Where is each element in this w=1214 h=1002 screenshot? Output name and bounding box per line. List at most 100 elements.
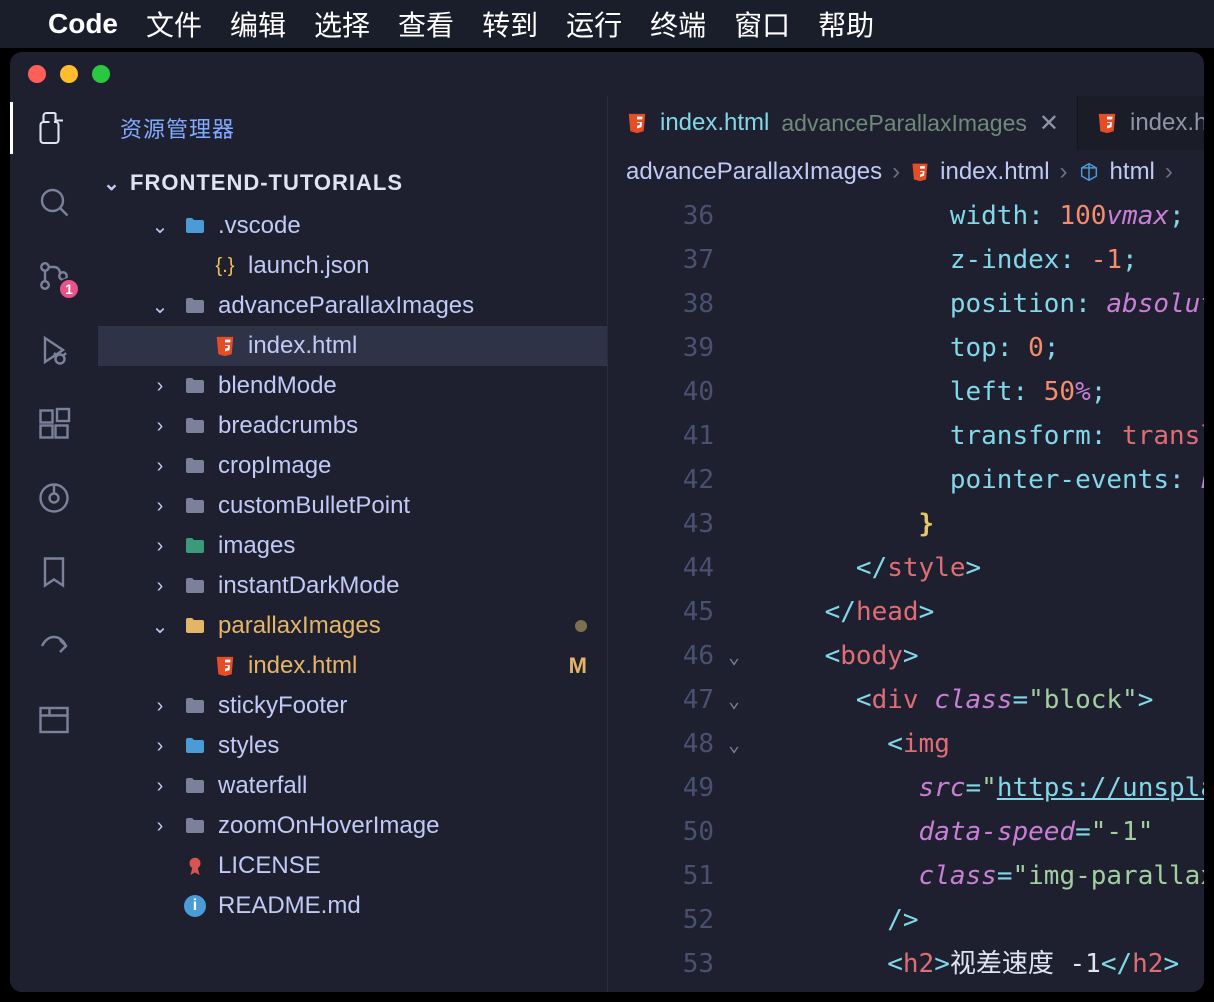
minimize-window-button[interactable]	[60, 65, 78, 83]
html-icon	[212, 335, 238, 357]
menu-go[interactable]: 转到	[482, 4, 538, 44]
tree-file[interactable]: index.htmlM	[98, 646, 607, 686]
html-icon	[910, 162, 930, 182]
tree-folder[interactable]: ⌄parallaxImages	[98, 606, 607, 646]
tree-folder[interactable]: ⌄ advanceParallaxImages	[98, 286, 607, 326]
chevron-icon: ›	[148, 415, 172, 438]
tab-index-advance[interactable]: index.html advanceParallaxImages ✕	[608, 96, 1078, 150]
folder-icon	[182, 774, 208, 798]
chevron-icon: ›	[148, 695, 172, 718]
tree-folder[interactable]: ›instantDarkMode	[98, 566, 607, 606]
chevron-down-icon: ⌄	[100, 171, 124, 196]
tree-file[interactable]: {.}launch.json	[98, 246, 607, 286]
chevron-icon: ›	[148, 815, 172, 838]
tree-item-label: index.html	[248, 652, 357, 680]
tree-item-label: styles	[218, 732, 279, 760]
activity-bar: 1	[10, 96, 98, 992]
crumb[interactable]: index.html	[940, 158, 1049, 186]
tree-item-label: instantDarkMode	[218, 572, 399, 600]
folder-icon	[182, 614, 208, 638]
section-label: FRONTEND-TUTORIALS	[130, 170, 403, 196]
project-icon[interactable]	[34, 700, 74, 740]
folder-icon	[182, 414, 208, 438]
symbol-icon	[1078, 161, 1100, 183]
tree-item-label: zoomOnHoverImage	[218, 812, 439, 840]
sidebar-section-header[interactable]: ⌄ FRONTEND-TUTORIALS	[98, 160, 607, 206]
chevron-icon: ›	[148, 735, 172, 758]
extensions-icon[interactable]	[34, 404, 74, 444]
tree-folder[interactable]: ›cropImage	[98, 446, 607, 486]
tree-item-label: stickyFooter	[218, 692, 347, 720]
html-icon	[212, 655, 238, 677]
tree-folder[interactable]: ›waterfall	[98, 766, 607, 806]
bookmark-icon[interactable]	[34, 552, 74, 592]
breadcrumb[interactable]: advanceParallaxImages › index.html › htm…	[608, 150, 1204, 194]
explorer-icon[interactable]	[34, 108, 74, 148]
tree-item-label: launch.json	[248, 252, 369, 280]
scm-badge: 1	[58, 278, 80, 300]
tree-folder[interactable]: › customBulletPoint	[98, 486, 607, 526]
folder-icon	[182, 814, 208, 838]
chevron-right-icon: ›	[1060, 158, 1068, 186]
code-area[interactable]: 363738394041424344454647484950515253 ⌄⌄⌄…	[608, 194, 1204, 992]
tree-item-label: README.md	[218, 892, 361, 920]
html-icon	[1096, 112, 1118, 134]
app-name[interactable]: Code	[48, 8, 118, 40]
fold-column[interactable]: ⌄⌄⌄	[728, 194, 762, 992]
menu-edit[interactable]: 编辑	[230, 4, 286, 44]
crumb[interactable]: html	[1110, 158, 1155, 186]
code-content[interactable]: width: 100vmax; z-index: -1; position: a…	[762, 194, 1204, 992]
tab-index-other[interactable]: index.h	[1078, 96, 1204, 150]
tree-folder[interactable]: › breadcrumbs	[98, 406, 607, 446]
tree-folder[interactable]: › styles	[98, 726, 607, 766]
folder-icon	[182, 454, 208, 478]
folder-icon	[182, 374, 208, 398]
license-icon	[182, 855, 208, 877]
chevron-icon: ⌄	[148, 214, 172, 239]
folder-icon	[182, 734, 208, 758]
chevron-icon: ›	[148, 495, 172, 518]
macos-menubar: Code 文件 编辑 选择 查看 转到 运行 终端 窗口 帮助	[0, 0, 1214, 48]
chevron-icon: ⌄	[148, 614, 172, 639]
menu-file[interactable]: 文件	[146, 4, 202, 44]
tree-folder[interactable]: › zoomOnHoverImage	[98, 806, 607, 846]
run-debug-icon[interactable]	[34, 330, 74, 370]
line-numbers: 363738394041424344454647484950515253	[608, 194, 728, 992]
tree-folder[interactable]: ›blendMode	[98, 366, 607, 406]
menu-run[interactable]: 运行	[566, 4, 622, 44]
maximize-window-button[interactable]	[92, 65, 110, 83]
tree-item-label: LICENSE	[218, 852, 321, 880]
close-icon[interactable]: ✕	[1039, 109, 1059, 138]
menu-select[interactable]: 选择	[314, 4, 370, 44]
tree-item-label: customBulletPoint	[218, 492, 410, 520]
tree-file[interactable]: iREADME.md	[98, 886, 607, 926]
menu-help[interactable]: 帮助	[818, 4, 874, 44]
sidebar: 资源管理器 ⌄ FRONTEND-TUTORIALS ⌄.vscode{.}la…	[98, 96, 608, 992]
main-area: 1 资源管理器 ⌄ FRONT	[10, 96, 1204, 992]
menu-window[interactable]: 窗口	[734, 4, 790, 44]
menu-terminal[interactable]: 终端	[650, 4, 706, 44]
html-icon	[626, 112, 648, 134]
gitlens-icon[interactable]	[34, 478, 74, 518]
tree-folder[interactable]: › stickyFooter	[98, 686, 607, 726]
crumb[interactable]: advanceParallaxImages	[626, 158, 882, 186]
chevron-icon: ›	[148, 775, 172, 798]
folder-icon	[182, 494, 208, 518]
source-control-icon[interactable]: 1	[34, 256, 74, 296]
tab-label: index.html	[660, 109, 769, 137]
tree-folder[interactable]: ⌄.vscode	[98, 206, 607, 246]
menu-view[interactable]: 查看	[398, 4, 454, 44]
close-window-button[interactable]	[28, 65, 46, 83]
search-icon[interactable]	[34, 182, 74, 222]
tree-item-label: breadcrumbs	[218, 412, 358, 440]
modified-dot-icon	[575, 620, 587, 632]
chevron-icon: ⌄	[148, 294, 172, 319]
tree-item-label: index.html	[248, 332, 357, 360]
tree-item-label: advanceParallaxImages	[218, 292, 474, 320]
tree-file[interactable]: index.html	[98, 326, 607, 366]
share-icon[interactable]	[34, 626, 74, 666]
tree-folder[interactable]: ›images	[98, 526, 607, 566]
folder-icon	[182, 534, 208, 558]
folder-icon	[182, 214, 208, 238]
tree-file[interactable]: LICENSE	[98, 846, 607, 886]
